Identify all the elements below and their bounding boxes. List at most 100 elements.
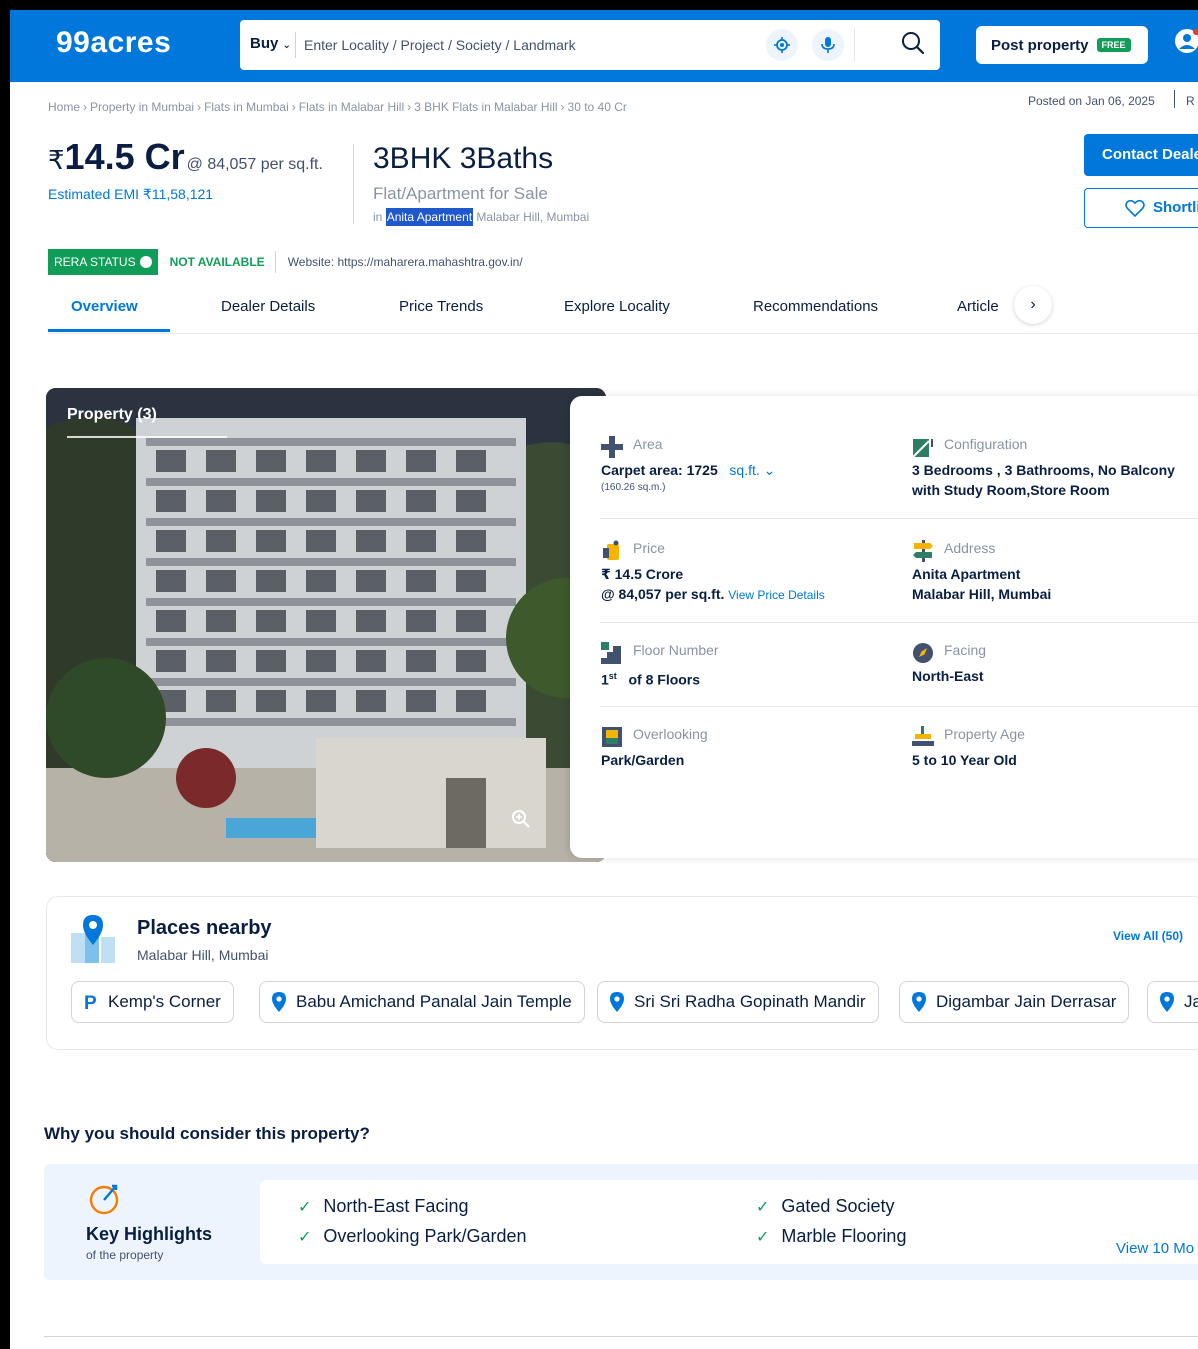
detail-label: Price	[633, 540, 665, 556]
chevron-right-icon[interactable]: ›	[1014, 286, 1052, 324]
breadcrumb-item[interactable]: Flats in Malabar Hill	[299, 100, 404, 114]
breadcrumb-item[interactable]: Home	[48, 100, 80, 114]
photo-count-label[interactable]: Property (3)	[67, 406, 157, 424]
heart-icon	[1125, 199, 1145, 217]
section-tabs: Overview Dealer Details Price Trends Exp…	[48, 286, 1198, 334]
breadcrumb-item[interactable]: 3 BHK Flats in Malabar Hill	[414, 100, 557, 114]
target-badge-icon	[89, 1184, 119, 1215]
highlight-label: Overlooking Park/Garden	[323, 1226, 527, 1246]
breadcrumb-separator: ›	[407, 100, 412, 114]
detail-facing: Facing North-East	[912, 642, 1198, 686]
unit-dropdown[interactable]: sq.ft.	[729, 462, 759, 478]
configuration-line-2: with Study Room,Store Room	[912, 482, 1110, 498]
user-account-icon[interactable]	[1174, 28, 1198, 54]
place-chip[interactable]: Ja	[1147, 981, 1198, 1023]
microphone-icon[interactable]	[812, 29, 844, 61]
places-nearby-subtitle: Malabar Hill, Mumbai	[137, 947, 269, 963]
post-property-button[interactable]: Post property FREE	[976, 26, 1148, 64]
society-link[interactable]: Anita Apartment	[385, 208, 474, 226]
zoom-icon[interactable]	[510, 808, 538, 836]
divider	[600, 518, 1198, 519]
price-block: ₹14.5 Cr @ 84,057 per sq.ft.	[48, 136, 323, 178]
highlights-list: ✓ North-East Facing ✓ Overlooking Park/Gar…	[260, 1180, 1198, 1264]
rera-row: RERA STATUS NOT AVAILABLE Website: https…	[48, 249, 523, 275]
info-icon[interactable]	[139, 256, 152, 268]
configuration-line-1: 3 Bedrooms , 3 Bathrooms, No Balcony	[912, 462, 1175, 478]
contact-dealer-button[interactable]: Contact Dealer	[1084, 134, 1198, 176]
key-highlights-subtitle: of the property	[86, 1248, 164, 1262]
locate-me-icon[interactable]	[766, 29, 798, 61]
place-chip-label: Babu Amichand Panalal Jain Temple	[296, 992, 572, 1011]
property-subtitle: Flat/Apartment for Sale	[373, 184, 548, 203]
property-details-card: Area Carpet area: 1725 sq.ft. ⌄ (160.26 …	[570, 396, 1198, 858]
report-link[interactable]: R	[1186, 94, 1195, 108]
rera-badge-label: RERA STATUS	[54, 255, 136, 269]
detail-value: 3 Bedrooms , 3 Bathrooms, No Balcony with…	[912, 460, 1198, 500]
buy-dropdown[interactable]: Buy ⌄	[250, 35, 291, 52]
places-nearby-title: Places nearby	[137, 917, 272, 939]
places-nearby-card: Places nearby Malabar Hill, Mumbai View …	[46, 896, 1198, 1050]
rera-website[interactable]: Website: https://maharera.mahashtra.gov.…	[288, 255, 523, 269]
breadcrumb-separator: ›	[291, 100, 296, 114]
detail-value: ₹ 14.5 Crore @ 84,057 per sq.ft. View Pri…	[601, 564, 901, 605]
place-chip[interactable]: P Kemp's Corner	[71, 981, 234, 1023]
detail-label: Overlooking	[633, 726, 708, 742]
floor-number: 1	[601, 671, 609, 688]
place-chip[interactable]: Digambar Jain Derrasar	[899, 981, 1130, 1023]
top-header: 99acres Buy ⌄ Post property FREE	[10, 10, 1198, 82]
window-view-icon	[602, 727, 622, 747]
place-chip[interactable]: Sri Sri Radha Gopinath Mandir	[597, 981, 879, 1023]
breadcrumb-item[interactable]: 30 to 40 Cr	[568, 100, 627, 114]
free-badge: FREE	[1096, 38, 1131, 52]
tab-article[interactable]: Article	[957, 298, 999, 315]
check-icon: ✓	[298, 1198, 312, 1216]
compass-icon	[913, 643, 933, 663]
tab-recommendations[interactable]: Recommendations	[753, 298, 878, 315]
buy-dropdown-label: Buy	[250, 35, 279, 52]
detail-subvalue: (160.26 sq.m.)	[601, 482, 666, 493]
highlight-item: ✓ Gated Society	[756, 1196, 894, 1217]
view-more-highlights-link[interactable]: View 10 Mo	[1116, 1240, 1194, 1257]
tab-price-trends[interactable]: Price Trends	[399, 298, 483, 315]
detail-value: Carpet area: 1725 sq.ft. ⌄	[601, 460, 901, 480]
tab-dealer-details[interactable]: Dealer Details	[221, 298, 315, 315]
site-logo[interactable]: 99acres	[56, 26, 171, 60]
view-all-places-link[interactable]: View All (50)	[1113, 929, 1183, 943]
location-pin-icon	[610, 992, 624, 1012]
detail-label: Area	[633, 436, 663, 452]
view-price-details-link[interactable]: View Price Details	[728, 588, 824, 602]
chevron-down-icon[interactable]: ⌄	[764, 462, 776, 478]
browser-frame: 99acres Buy ⌄ Post property FREE Home›Pr…	[0, 0, 1198, 1349]
post-property-label: Post property	[991, 36, 1089, 54]
tab-explore-locality[interactable]: Explore Locality	[564, 298, 670, 315]
location-pin-icon	[272, 992, 286, 1012]
emi-link[interactable]: Estimated EMI ₹11,58,121	[48, 186, 213, 203]
active-tab-indicator	[48, 329, 170, 332]
key-highlights-title: Key Highlights	[86, 1224, 213, 1244]
check-icon: ✓	[298, 1228, 312, 1246]
property-photo[interactable]: Property (3)	[46, 388, 606, 862]
property-title: 3BHK 3Baths	[373, 142, 554, 175]
divider	[353, 144, 354, 224]
shortlist-button[interactable]: Shortlist	[1084, 188, 1198, 228]
divider	[600, 706, 1198, 707]
highlight-item: ✓ North-East Facing	[298, 1196, 468, 1217]
breadcrumb-item[interactable]: Flats in Mumbai	[204, 100, 289, 114]
breadcrumb-separator: ›	[83, 100, 88, 114]
breadcrumb-item[interactable]: Property in Mumbai	[90, 100, 194, 114]
detail-overlooking: Overlooking Park/Garden	[601, 726, 901, 770]
detail-address: Address Anita Apartment Malabar Hill, Mum…	[912, 540, 1198, 604]
detail-label: Property Age	[944, 726, 1025, 742]
search-icon[interactable]	[900, 30, 930, 60]
detail-value: Park/Garden	[601, 752, 685, 768]
search-input[interactable]	[304, 30, 744, 60]
place-chip-label: Sri Sri Radha Gopinath Mandir	[634, 992, 866, 1011]
search-bar: Buy ⌄	[240, 20, 940, 70]
place-chip[interactable]: Babu Amichand Panalal Jain Temple	[259, 981, 585, 1023]
tab-overview[interactable]: Overview	[71, 298, 138, 315]
detail-floor-number: Floor Number 1st of 8 Floors	[601, 642, 901, 690]
price-tag-icon	[603, 540, 619, 560]
detail-value: 5 to 10 Year Old	[912, 752, 1017, 768]
price-per-sqft: @ 84,057 per sq.ft.	[186, 156, 323, 173]
place-chip-label: Kemp's Corner	[108, 992, 221, 1011]
